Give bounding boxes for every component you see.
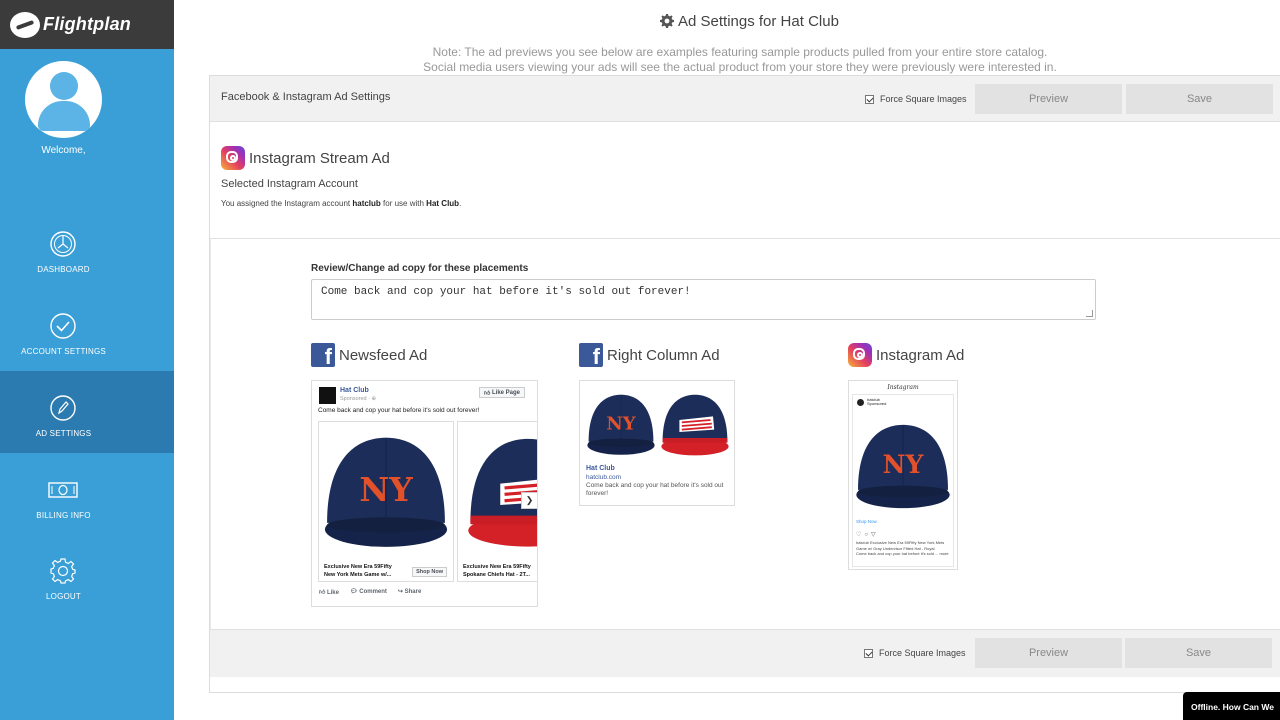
- settings-bar-title: Facebook & Instagram Ad Settings: [221, 91, 391, 103]
- shop-now-link: Shop Now: [856, 519, 877, 524]
- force-square-toggle[interactable]: Force Square Images: [864, 648, 966, 658]
- preview-button[interactable]: Preview: [975, 84, 1122, 114]
- chevron-right-icon: ❯: [521, 492, 537, 509]
- shop-now-button: Shop Now: [412, 567, 447, 577]
- page-name: Hat Club: [340, 387, 369, 394]
- page-url: hatclub.com: [586, 474, 622, 481]
- ad-copy-text: Come back and cop your hat before it's s…: [586, 482, 724, 497]
- chat-widget[interactable]: Offline. How Can We: [1183, 692, 1280, 720]
- avatar: [25, 61, 102, 138]
- pen-circle-icon: [50, 395, 76, 421]
- right-column-ad-title: Right Column Ad: [607, 346, 720, 364]
- carousel-card: Exclusive New Era 59Fifty New York Mets …: [318, 421, 454, 582]
- instagram-stream-header: Instagram Stream Ad: [221, 146, 390, 170]
- catalog-note: Note: The ad previews you see below are …: [380, 45, 1100, 75]
- post-caption: hatclub Exclusive New Era 59Fifty New Yo…: [856, 540, 949, 556]
- bottom-settings-bar: Force Square Images Preview Save: [210, 629, 1280, 677]
- page-name: Hat Club: [586, 465, 615, 472]
- newsfeed-ad-title: Newsfeed Ad: [339, 346, 428, 364]
- sidebar-item-dashboard[interactable]: DASHBOARD: [0, 207, 174, 289]
- share-action: ↪ Share: [397, 589, 422, 595]
- sidebar-item-billing-info[interactable]: BILLING INFO: [0, 453, 174, 535]
- product-name: Exclusive New Era 59Fifty Spokane Chiefs…: [463, 564, 531, 578]
- sidebar: Flightplan Welcome, DASHBOARD ACCOUNT SE…: [0, 0, 174, 720]
- avatar: [857, 399, 864, 406]
- instagram-ad-preview: Instagram hatclub Sponsored Shop Now ♡○▽…: [848, 380, 958, 570]
- instagram-ad-header: Instagram Ad: [848, 343, 964, 367]
- post-user: hatclub Sponsored: [867, 397, 887, 406]
- instagram-app-name: Instagram: [887, 384, 919, 391]
- selected-account-label: Selected Instagram Account: [221, 178, 358, 190]
- money-icon: [48, 482, 78, 498]
- force-square-label: Force Square Images: [880, 94, 967, 104]
- sidebar-item-label: LOGOUT: [46, 592, 81, 601]
- selected-account-desc: You assigned the Instagram account hatcl…: [221, 199, 462, 208]
- note-line: Note: The ad previews you see below are …: [432, 45, 1048, 59]
- sponsored-label: Sponsored · ⊕: [340, 396, 377, 402]
- welcome-text: Welcome,: [41, 145, 86, 156]
- check-circle-icon: [50, 313, 76, 339]
- instagram-stream-title: Instagram Stream Ad: [249, 149, 390, 167]
- force-square-toggle[interactable]: Force Square Images: [865, 94, 967, 104]
- instagram-post: hatclub Sponsored Shop Now ♡○▽ hatclub E…: [852, 394, 954, 567]
- right-column-ad-header: f Right Column Ad: [579, 343, 720, 367]
- product-image: [319, 422, 453, 555]
- ad-copy-label: Review/Change ad copy for these placemen…: [311, 263, 529, 274]
- page-title-row: Ad Settings for Hat Club: [660, 11, 839, 31]
- preview-button[interactable]: Preview: [975, 638, 1122, 668]
- force-square-label: Force Square Images: [879, 648, 966, 658]
- save-button[interactable]: Save: [1126, 84, 1273, 114]
- gear-icon: [660, 14, 674, 28]
- sidebar-item-label: BILLING INFO: [36, 511, 91, 520]
- page-title: Ad Settings for Hat Club: [678, 12, 839, 30]
- force-square-checkbox[interactable]: [864, 648, 873, 658]
- facebook-icon: f: [579, 343, 603, 367]
- comment-action: 💬︎ Comment: [349, 589, 387, 595]
- newsfeed-ad-preview: Hat Club Sponsored · ⊕ 👍︎ Like Page Come…: [311, 380, 538, 607]
- product-image: [853, 410, 953, 518]
- sidebar-item-label: AD SETTINGS: [35, 429, 92, 438]
- product-name: Exclusive New Era 59Fifty New York Mets …: [324, 564, 392, 578]
- thumbs-up-icon: 👍︎: [484, 390, 491, 397]
- right-column-ad-preview: Hat Club hatclub.com Come back and cop y…: [579, 380, 735, 506]
- post-actions: 👍︎ Like 💬︎ Comment ↪ Share: [319, 588, 421, 596]
- page-avatar: [319, 387, 336, 404]
- instagram-account-name: hatclub: [352, 199, 381, 208]
- sidebar-item-account-settings[interactable]: ACCOUNT SETTINGS: [0, 289, 174, 371]
- brand-name: Flightplan: [43, 14, 131, 34]
- ad-copy-text: Come back and cop your hat before it's s…: [318, 407, 480, 414]
- instagram-ad-title: Instagram Ad: [876, 346, 965, 364]
- sidebar-item-label: DASHBOARD: [37, 265, 90, 274]
- brand-bar[interactable]: Flightplan: [0, 0, 174, 49]
- like-action: 👍︎ Like: [319, 590, 339, 596]
- newsfeed-ad-header: f Newsfeed Ad: [311, 343, 427, 367]
- product-image: [458, 422, 537, 555]
- save-button[interactable]: Save: [1125, 638, 1272, 668]
- note-line: Social media users viewing your ads will…: [423, 60, 1057, 74]
- sidebar-item-logout[interactable]: LOGOUT: [0, 534, 174, 616]
- instagram-icon: [848, 343, 872, 367]
- dashboard-icon: [50, 231, 76, 257]
- instagram-icon: [221, 146, 245, 170]
- store-name: Hat Club: [426, 199, 460, 208]
- product-image: [585, 384, 731, 461]
- gear-icon: [50, 558, 76, 584]
- post-action-icons: ♡○▽: [856, 532, 879, 538]
- force-square-checkbox[interactable]: [865, 94, 874, 104]
- sidebar-item-label: ACCOUNT SETTINGS: [21, 347, 106, 356]
- ad-copy-textarea[interactable]: Come back and cop your hat before it's s…: [311, 279, 1096, 320]
- sidebar-item-ad-settings[interactable]: AD SETTINGS: [0, 371, 174, 453]
- facebook-icon: f: [311, 343, 335, 367]
- like-page-button: 👍︎ Like Page: [479, 387, 525, 398]
- flightplan-logo-icon: [10, 11, 40, 38]
- settings-bar: Facebook & Instagram Ad Settings Force S…: [210, 76, 1280, 122]
